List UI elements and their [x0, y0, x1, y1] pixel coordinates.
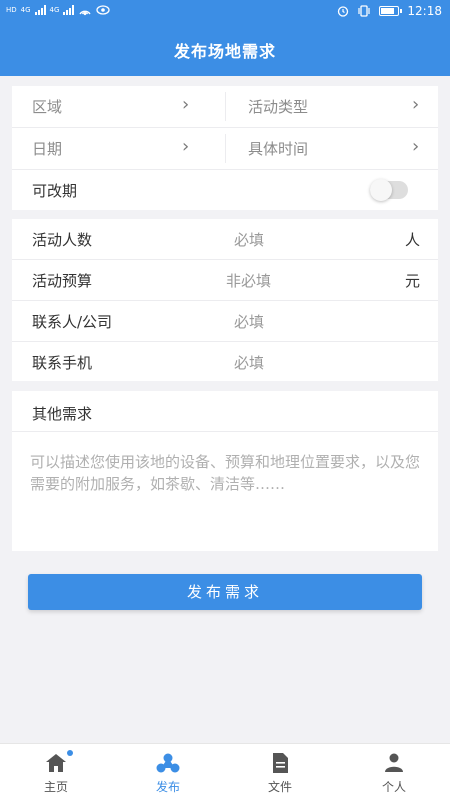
budget-label: 活动预算	[32, 272, 93, 290]
specific-time-selector[interactable]: 具体时间 ›	[226, 128, 438, 169]
budget-row: 活动预算 非必填 元	[12, 260, 438, 301]
header-bar: HD 4G 4G 12:18 发布场地需求	[0, 0, 450, 76]
eye-icon	[96, 5, 111, 15]
file-icon	[273, 753, 288, 773]
phone-input[interactable]: 必填	[234, 352, 264, 373]
status-time: 12:18	[407, 4, 442, 18]
phone-label: 联系手机	[32, 354, 93, 372]
battery-icon	[379, 6, 403, 16]
publish-button[interactable]: 发布需求	[28, 574, 422, 610]
chevron-right-icon: ›	[412, 94, 420, 115]
changeable-row: 可改期	[12, 170, 438, 210]
publish-icon	[156, 753, 180, 773]
specific-time-label: 具体时间	[248, 140, 309, 158]
people-label: 活动人数	[32, 231, 93, 249]
changeable-label: 可改期	[32, 182, 78, 200]
divider	[12, 431, 438, 432]
alarm-icon	[338, 6, 349, 17]
area-label: 区域	[32, 98, 63, 116]
status-left: HD 4G 4G	[6, 4, 111, 16]
chevron-right-icon: ›	[412, 136, 420, 157]
vibrate-icon	[358, 5, 371, 17]
tab-home-label: 主页	[43, 780, 68, 794]
signal-icon-1	[34, 5, 46, 15]
phone-row: 联系手机 必填	[12, 342, 438, 383]
home-icon	[46, 754, 66, 772]
activity-type-label: 活动类型	[248, 98, 309, 116]
tab-publish-label: 发布	[155, 780, 180, 794]
people-input[interactable]: 必填	[234, 229, 264, 250]
basic-info-card: 区域 › 活动类型 › 日期 › 具体时间 › 可改期	[12, 86, 438, 210]
page-title: 发布场地需求	[173, 42, 276, 61]
contact-info-card: 活动人数 必填 人 活动预算 非必填 元 联系人/公司 必填 联系手机 必填	[12, 219, 438, 381]
contact-label: 联系人/公司	[32, 313, 113, 331]
tab-files-label: 文件	[267, 780, 292, 794]
contact-row: 联系人/公司 必填	[12, 301, 438, 342]
person-icon	[385, 753, 403, 772]
status-bar: HD 4G 4G 12:18	[0, 0, 450, 24]
chevron-right-icon: ›	[182, 94, 190, 115]
other-requirements-title: 其他需求	[32, 405, 93, 423]
area-activity-row: 区域 › 活动类型 ›	[12, 86, 438, 127]
tab-profile-label: 个人	[381, 780, 406, 794]
bottom-tab-bar: 主页 发布 文件 个人	[0, 743, 450, 800]
tab-files[interactable]: 文件	[224, 744, 336, 800]
tab-publish[interactable]: 发布	[112, 744, 224, 800]
area-selector[interactable]: 区域 ›	[12, 86, 225, 127]
contact-input[interactable]: 必填	[234, 311, 264, 332]
date-label: 日期	[32, 140, 63, 158]
other-requirements-card: 其他需求 可以描述您使用该地的设备、预算和地理位置要求，以及您需要的附加服务，如…	[12, 391, 438, 551]
network-label-hd: HD	[6, 5, 17, 14]
other-requirements-textarea[interactable]: 可以描述您使用该地的设备、预算和地理位置要求，以及您需要的附加服务，如茶歇、清洁…	[30, 451, 422, 495]
hotspot-icon	[79, 10, 92, 16]
budget-unit: 元	[404, 272, 420, 290]
network-label-4g-2: 4G	[49, 5, 60, 14]
status-right: 12:18	[337, 4, 442, 18]
date-time-row: 日期 › 具体时间 ›	[12, 128, 438, 169]
people-row: 活动人数 必填 人	[12, 219, 438, 260]
date-selector[interactable]: 日期 ›	[12, 128, 225, 169]
activity-type-selector[interactable]: 活动类型 ›	[226, 86, 438, 127]
people-unit: 人	[404, 231, 420, 249]
changeable-toggle[interactable]	[370, 179, 408, 201]
budget-input[interactable]: 非必填	[226, 270, 271, 291]
tab-home[interactable]: 主页	[0, 744, 112, 800]
tab-profile[interactable]: 个人	[338, 744, 450, 800]
notification-badge	[67, 750, 73, 756]
signal-icon-2	[63, 5, 75, 15]
network-label-4g-1: 4G	[20, 5, 31, 14]
chevron-right-icon: ›	[182, 136, 190, 157]
